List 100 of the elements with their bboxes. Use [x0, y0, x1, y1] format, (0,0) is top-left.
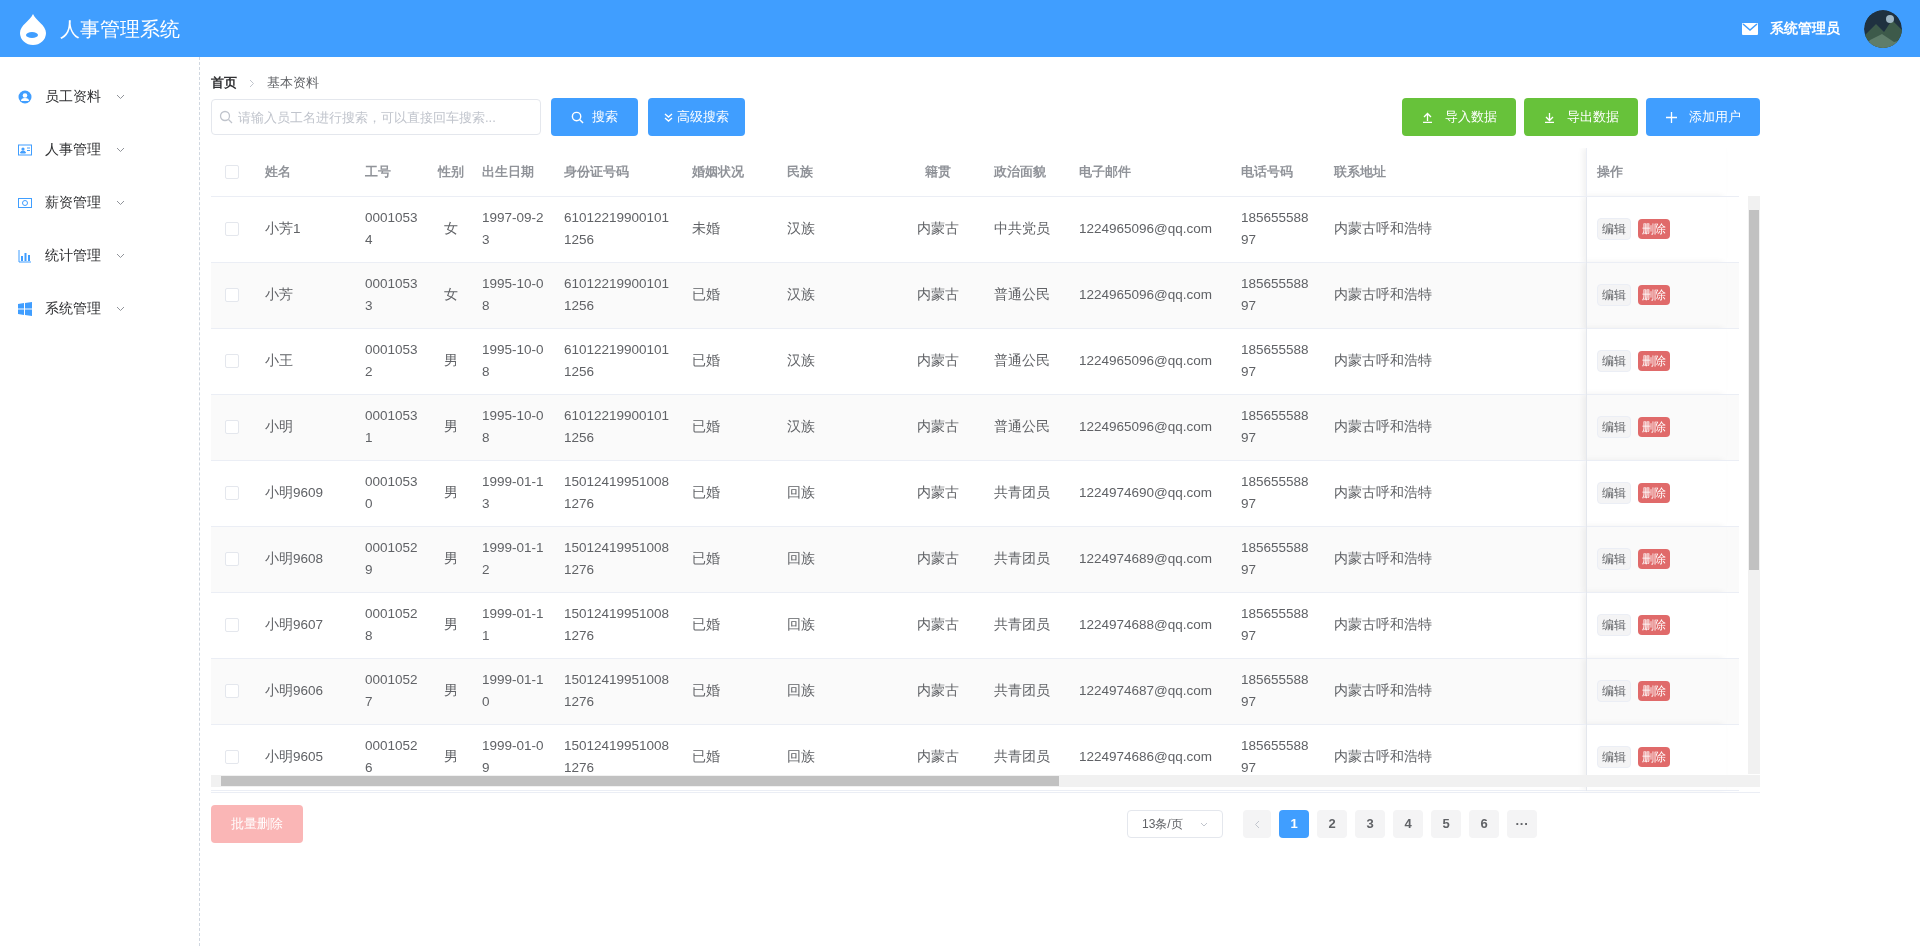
sidebar-item[interactable]: 统计管理: [45, 245, 116, 266]
delete-button[interactable]: 删除: [1637, 285, 1670, 305]
table-cell: 男: [444, 485, 458, 500]
checkbox[interactable]: [225, 354, 239, 369]
table-cell: 内蒙古呼和浩特: [1334, 551, 1432, 566]
table-cell: 内蒙古呼和浩特: [1334, 485, 1432, 500]
table-cell: 1999-01-10: [482, 672, 544, 709]
delete-button[interactable]: 删除: [1637, 747, 1670, 767]
sidebar-item[interactable]: 系统管理: [45, 298, 116, 319]
page-size-select[interactable]: 13条/页: [1127, 810, 1223, 838]
table-cell: 男: [444, 353, 458, 368]
table-cell: 男: [444, 617, 458, 632]
app-title: 人事管理系统: [60, 16, 180, 42]
table-cell: 已婚: [692, 353, 720, 368]
table-cell: 已婚: [692, 485, 720, 500]
checkbox[interactable]: [225, 420, 239, 435]
edit-button[interactable]: 编辑: [1596, 680, 1631, 702]
table-cell: 1224965096@qq.com: [1079, 419, 1213, 434]
breadcrumb-item: 基本资料: [267, 74, 319, 93]
checkbox[interactable]: [225, 288, 239, 303]
page-button[interactable]: 2: [1317, 810, 1347, 838]
table-cell: 小芳1: [265, 221, 301, 236]
search-field[interactable]: 请输入员工名进行搜索，可以直接回车搜索...: [211, 99, 541, 135]
checkbox[interactable]: [225, 684, 239, 699]
edit-button[interactable]: 编辑: [1596, 416, 1631, 438]
column-header: 工号: [365, 164, 391, 179]
column-header: 性别: [438, 164, 464, 179]
horizontal-scrollbar[interactable]: [211, 775, 1760, 787]
table-cell: 00010534: [365, 210, 418, 247]
checkbox[interactable]: [225, 618, 239, 633]
delete-button[interactable]: 删除: [1637, 351, 1670, 371]
delete-button[interactable]: 删除: [1637, 549, 1670, 569]
search-icon: [219, 110, 233, 124]
table-cell: 普通公民: [994, 419, 1050, 434]
table-cell: 1224965096@qq.com: [1079, 353, 1213, 368]
delete-button[interactable]: 删除: [1637, 483, 1670, 503]
breadcrumb-item[interactable]: 首页: [211, 73, 237, 93]
checkbox[interactable]: [225, 222, 239, 237]
table-cell: 610122199001011256: [564, 342, 670, 379]
table-cell: 男: [444, 683, 458, 698]
table-cell: 小明9608: [265, 551, 324, 566]
table-cell: 内蒙古: [917, 551, 959, 566]
table-cell: 小明9606: [265, 683, 324, 698]
page-button[interactable]: 5: [1431, 810, 1461, 838]
edit-button[interactable]: 编辑: [1596, 482, 1631, 504]
delete-button[interactable]: 删除: [1637, 219, 1670, 239]
table-cell: 回族: [787, 551, 815, 566]
edit-button[interactable]: 编辑: [1596, 614, 1631, 636]
table-cell: 共青团员: [994, 551, 1050, 566]
edit-button[interactable]: 编辑: [1596, 746, 1631, 768]
table-cell: 18565558897: [1241, 408, 1309, 445]
checkbox[interactable]: [225, 750, 239, 765]
chevron-right-icon: [249, 78, 255, 88]
edit-button[interactable]: 编辑: [1596, 350, 1631, 372]
table-cell: 150124199510081276: [564, 474, 670, 511]
sidebar-item[interactable]: 薪资管理: [45, 192, 116, 213]
delete-button[interactable]: 删除: [1637, 615, 1670, 635]
table-cell: 150124199510081276: [564, 540, 670, 577]
delete-button[interactable]: 删除: [1637, 417, 1670, 437]
sidebar-item[interactable]: 员工资料: [45, 86, 116, 107]
table-cell: 内蒙古: [917, 287, 959, 302]
mail-icon[interactable]: [1742, 22, 1758, 35]
bar-chart-icon: [18, 248, 32, 263]
sidebar-item[interactable]: 人事管理: [45, 139, 116, 160]
chevron-left-icon: [1254, 819, 1260, 829]
chevron-down-icon[interactable]: [116, 252, 125, 259]
table-cell: 1224965096@qq.com: [1079, 287, 1213, 302]
chevron-down-icon[interactable]: [116, 93, 125, 100]
checkbox[interactable]: [225, 552, 239, 567]
edit-button[interactable]: 编辑: [1596, 218, 1631, 240]
table-cell: 1995-10-08: [482, 342, 544, 379]
banknote-icon: [18, 195, 32, 210]
table-cell: 已婚: [692, 683, 720, 698]
table-cell: 18565558897: [1241, 210, 1309, 247]
chevron-down-icon[interactable]: [116, 199, 125, 206]
vertical-scrollbar[interactable]: [1748, 196, 1760, 774]
delete-button[interactable]: 删除: [1637, 681, 1670, 701]
table-cell: 内蒙古呼和浩特: [1334, 287, 1432, 302]
edit-button[interactable]: 编辑: [1596, 284, 1631, 306]
page-button[interactable]: 6: [1469, 810, 1499, 838]
page-button[interactable]: 4: [1393, 810, 1423, 838]
column-header: 籍贯: [925, 164, 951, 179]
table-cell: 汉族: [787, 419, 815, 434]
chevron-down-icon[interactable]: [116, 305, 125, 312]
table-cell: 00010530: [365, 474, 418, 511]
id-card-icon: [18, 142, 32, 157]
table-cell: 18565558897: [1241, 738, 1309, 775]
chevron-down-icon[interactable]: [116, 146, 125, 153]
double-chevron-icon: [664, 112, 673, 122]
checkbox[interactable]: [225, 165, 239, 180]
page-button[interactable]: ···: [1507, 810, 1537, 838]
table-cell: 00010531: [365, 408, 418, 445]
table-cell: 内蒙古: [917, 683, 959, 698]
edit-button[interactable]: 编辑: [1596, 548, 1631, 570]
table-cell: 汉族: [787, 221, 815, 236]
table-cell: 内蒙古: [917, 617, 959, 632]
table-cell: 内蒙古呼和浩特: [1334, 353, 1432, 368]
checkbox[interactable]: [225, 486, 239, 501]
page-button[interactable]: 3: [1355, 810, 1385, 838]
table-cell: 1999-01-11: [482, 606, 544, 643]
